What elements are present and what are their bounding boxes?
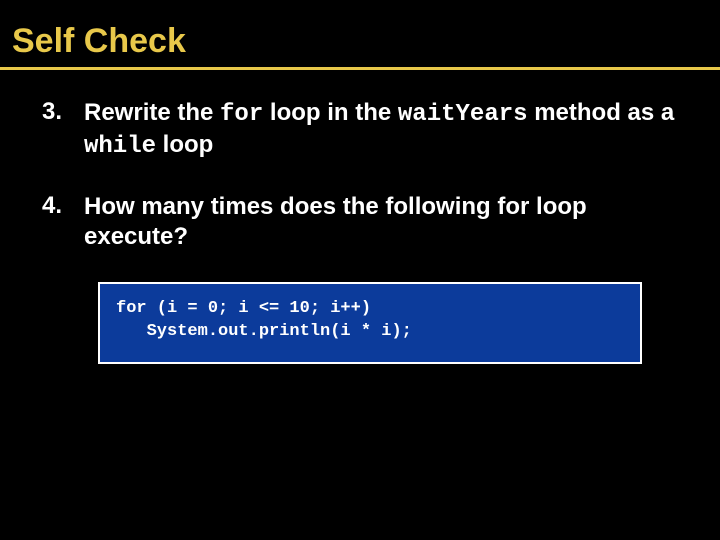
content-area: 3. Rewrite the for loop in the waitYears… — [0, 98, 720, 364]
code-keyword: waitYears — [398, 101, 528, 128]
text-run: Rewrite the — [84, 99, 220, 126]
code-keyword: for — [220, 101, 263, 128]
item-number: 4. — [38, 192, 84, 252]
code-keyword: while — [84, 133, 156, 160]
list-item: 4. How many times does the following for… — [38, 192, 682, 252]
list-item: 3. Rewrite the for loop in the waitYears… — [38, 98, 682, 162]
slide-title: Self Check — [0, 0, 720, 70]
code-block: for (i = 0; i <= 10; i++) System.out.pri… — [98, 282, 642, 364]
item-text: Rewrite the for loop in the waitYears me… — [84, 98, 682, 162]
text-run: method as a — [528, 99, 675, 126]
text-run: loop — [156, 131, 213, 158]
text-run: loop in the — [263, 99, 398, 126]
slide: Self Check 3. Rewrite the for loop in th… — [0, 0, 720, 540]
item-text: How many times does the following for lo… — [84, 192, 682, 252]
item-number: 3. — [38, 98, 84, 162]
text-run: How many times does the following for lo… — [84, 193, 587, 250]
